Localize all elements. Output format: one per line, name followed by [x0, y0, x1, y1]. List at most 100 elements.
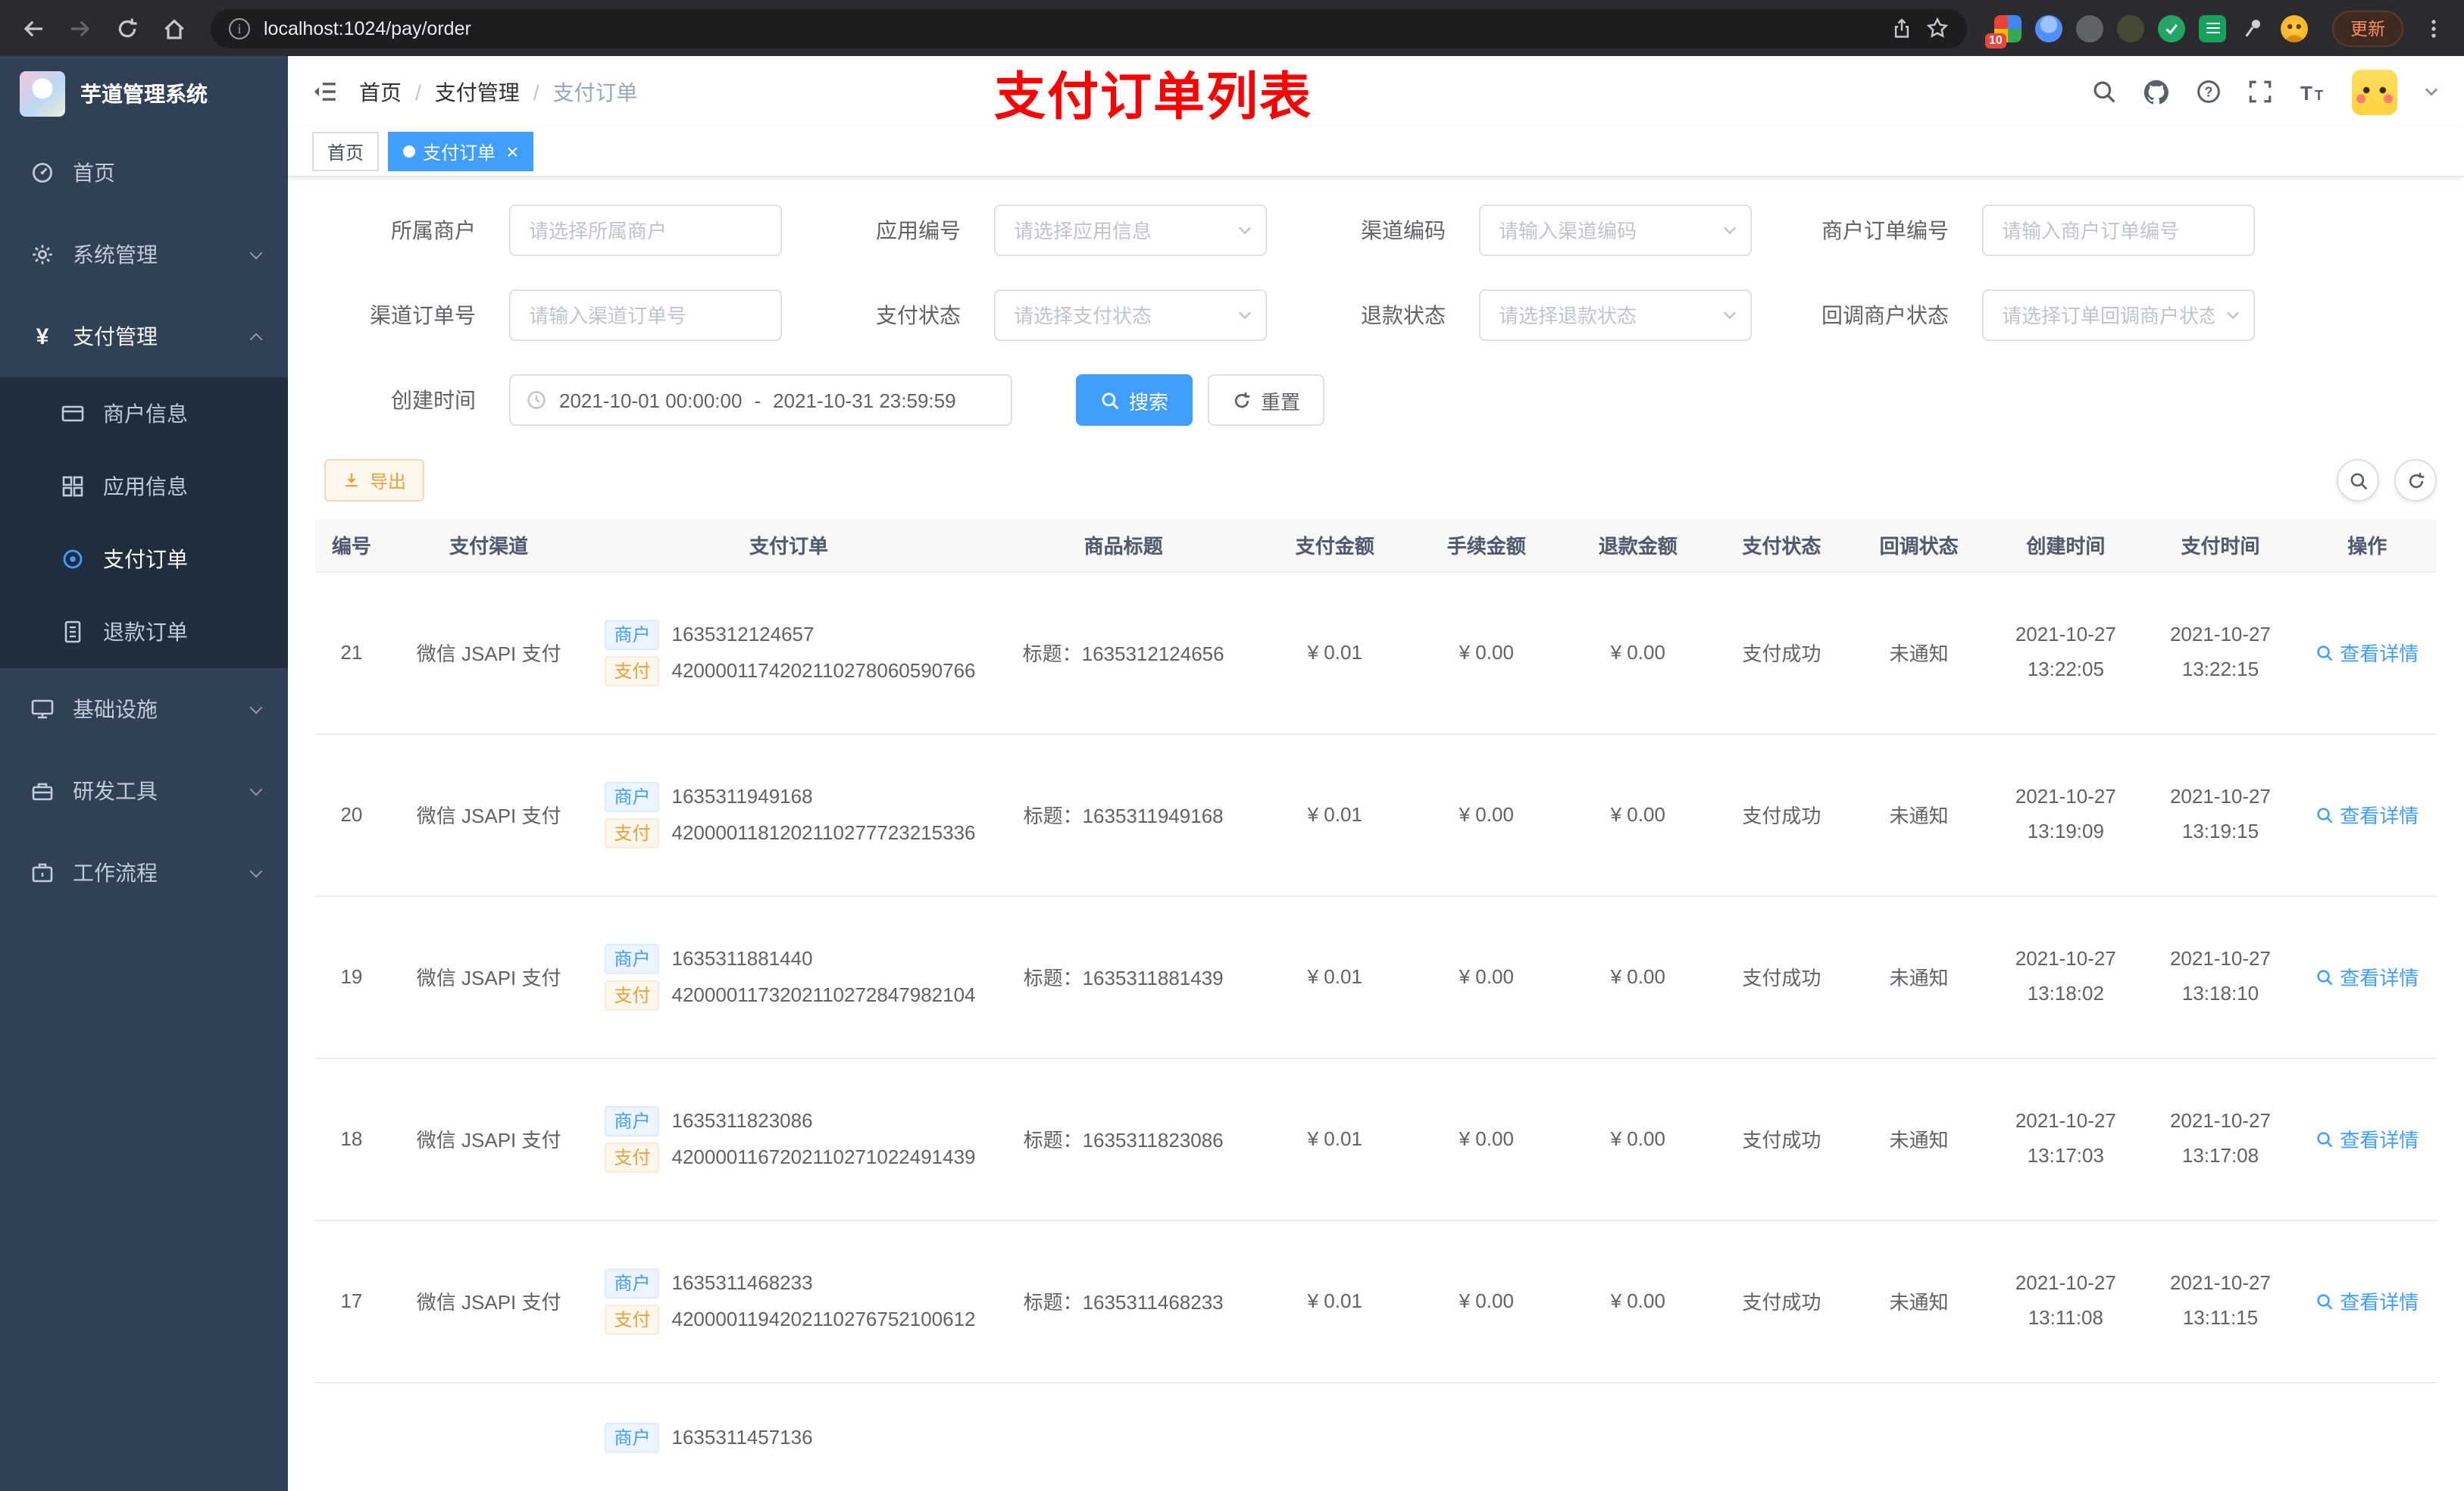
browser-profile-avatar[interactable]: [2281, 14, 2308, 42]
sidebar-item-app-info[interactable]: 应用信息: [0, 450, 288, 523]
user-avatar[interactable]: [2352, 69, 2397, 114]
order-id-cell: 18: [315, 1058, 388, 1221]
browser-menu-icon[interactable]: [2419, 16, 2449, 40]
home-icon[interactable]: [162, 16, 186, 40]
sidebar-menu: 首页 系统管理 ¥ 支付管理 商户信息 应用信息 支付订单 退款订单 基础设施 …: [0, 132, 288, 914]
amount-cell: ¥ 0.01: [1259, 1220, 1411, 1383]
extension-grid-icon[interactable]: 10: [1985, 14, 2022, 48]
pay-order-cell: 商户 1635311881440 支付 42000011732021102728…: [589, 896, 988, 1058]
forward-icon[interactable]: [68, 16, 92, 40]
extension-drop-icon[interactable]: [2035, 14, 2062, 42]
create-time-range-input[interactable]: 2021-10-01 00:00:00 - 2021-10-31 23:59:5…: [509, 374, 1012, 426]
active-tab-dot: [403, 145, 416, 158]
sidebar-item-label: 退款订单: [103, 620, 188, 644]
site-info-icon[interactable]: i: [229, 17, 250, 39]
extension-chat-icon[interactable]: [2199, 14, 2226, 42]
sidebar-item-system[interactable]: 系统管理: [0, 214, 288, 295]
actions-cell: 查看详情: [2297, 896, 2437, 1058]
search-button[interactable]: 搜索: [1076, 374, 1193, 426]
reset-button[interactable]: 重置: [1208, 374, 1325, 426]
export-button[interactable]: 导出: [324, 459, 425, 502]
channel-order-no-input[interactable]: [509, 289, 782, 341]
sidebar-item-label: 基础设施: [73, 697, 158, 721]
merchant-order-no-input[interactable]: [1982, 205, 2255, 256]
toggle-search-button[interactable]: [2337, 459, 2379, 502]
fee-amount: ¥ 0.00: [1459, 641, 1514, 664]
gear-icon: [33, 245, 52, 264]
search-icon: [1102, 392, 1119, 409]
sidebar-item-payment[interactable]: ¥ 支付管理: [0, 295, 288, 377]
pay-status: 支付成功: [1742, 967, 1821, 989]
sidebar-item-pay-order[interactable]: 支付订单: [0, 523, 288, 595]
merchant-order-no: 1635312124657: [671, 623, 815, 645]
merchant-input[interactable]: [509, 205, 782, 256]
extension-olive-icon[interactable]: [2117, 14, 2144, 42]
sidebar-item-dev-tools[interactable]: 研发工具: [0, 750, 288, 832]
sidebar-item-refund-order[interactable]: 退款订单: [0, 595, 288, 668]
breadcrumb-home[interactable]: 首页: [359, 77, 402, 107]
title-cell: 标题：1635311823086: [987, 1058, 1259, 1221]
amount-cell: ¥ 0.01: [1259, 733, 1411, 896]
tab-pay-order[interactable]: 支付订单: [388, 132, 534, 171]
github-icon[interactable]: [2143, 78, 2170, 105]
view-detail-link[interactable]: 查看详情: [2315, 1124, 2419, 1153]
refund-amount: ¥ 0.00: [1610, 965, 1665, 988]
topbar: 首页 支付管理 支付订单 支付订单列表 ? TT: [288, 56, 2464, 127]
filter-refund-status: 退款状态: [1294, 289, 1752, 341]
notify-status: 未通知: [1889, 805, 1949, 827]
goods-title: 标题：1635311468233: [1023, 1291, 1224, 1314]
back-icon[interactable]: [21, 16, 45, 40]
sidebar-item-label: 支付管理: [73, 324, 158, 349]
chevron-up-icon: [249, 332, 263, 345]
notify-status-select[interactable]: [1982, 289, 2255, 341]
amount-cell: ¥ 0.01: [1259, 1058, 1411, 1221]
refund-amount: ¥ 0.00: [1610, 1289, 1665, 1312]
close-tab-icon[interactable]: [506, 141, 518, 162]
font-size-icon[interactable]: TT: [2299, 80, 2326, 104]
goods-title: 标题：1635311881439: [1023, 967, 1224, 989]
sidebar-toggle-icon[interactable]: [312, 79, 338, 105]
refund-cell: ¥ 0.00: [1562, 896, 1714, 1058]
goods-title: 标题：1635311823086: [1023, 1129, 1224, 1152]
sidebar-item-merchant-info[interactable]: 商户信息: [0, 377, 288, 450]
app-id-select[interactable]: [994, 205, 1267, 256]
bookmark-star-icon[interactable]: [1926, 17, 1949, 39]
grid-icon: [62, 476, 83, 497]
view-detail-link[interactable]: 查看详情: [2315, 800, 2419, 829]
chevron-down-icon[interactable]: [2423, 85, 2440, 98]
breadcrumb-pay-manage[interactable]: 支付管理: [435, 77, 520, 107]
filter-channel-order-no: 渠道订单号: [324, 289, 782, 341]
extension-check-icon[interactable]: [2158, 14, 2185, 42]
page-title-annotation: 支付订单列表: [994, 68, 1312, 126]
pay-status-select[interactable]: [994, 289, 1267, 341]
sidebar-item-home[interactable]: 首页: [0, 132, 288, 214]
column-header-title: 商品标题: [987, 520, 1259, 572]
filter-label: 所属商户: [391, 218, 476, 242]
view-detail-link[interactable]: 查看详情: [2315, 638, 2419, 667]
view-detail-link[interactable]: 查看详情: [2315, 962, 2419, 991]
refresh-table-button[interactable]: [2394, 459, 2437, 502]
search-icon[interactable]: [2091, 79, 2117, 105]
sidebar-item-label: 首页: [73, 161, 115, 185]
extension-gray-icon[interactable]: [2076, 14, 2103, 42]
view-detail-link[interactable]: 查看详情: [2315, 1286, 2419, 1315]
table-toolbar: 导出: [315, 459, 2437, 502]
url-text: localhost:1024/pay/order: [264, 17, 471, 39]
sidebar-item-workflow[interactable]: 工作流程: [0, 832, 288, 914]
address-bar[interactable]: i localhost:1024/pay/order: [211, 8, 1967, 48]
fee-cell: ¥ 0.00: [1410, 1220, 1562, 1383]
share-icon[interactable]: [1891, 17, 1912, 39]
channel-code-select[interactable]: [1479, 205, 1752, 256]
browser-update-button[interactable]: 更新: [2332, 10, 2403, 46]
fullscreen-icon[interactable]: [2247, 79, 2273, 105]
help-icon[interactable]: ?: [2196, 79, 2222, 105]
fee-amount: ¥ 0.00: [1459, 965, 1514, 988]
refund-status-select[interactable]: [1479, 289, 1752, 341]
sidebar-item-infrastructure[interactable]: 基础设施: [0, 668, 288, 750]
extensions-pin-icon[interactable]: [2240, 14, 2267, 42]
reload-icon[interactable]: [115, 16, 139, 40]
create-time-cell: 2021-10-27 13:19:09: [1988, 733, 2143, 896]
merchant-tag: 商户: [605, 1422, 660, 1452]
tab-home[interactable]: 首页: [312, 132, 380, 171]
fee-amount: ¥ 0.00: [1459, 1127, 1514, 1150]
